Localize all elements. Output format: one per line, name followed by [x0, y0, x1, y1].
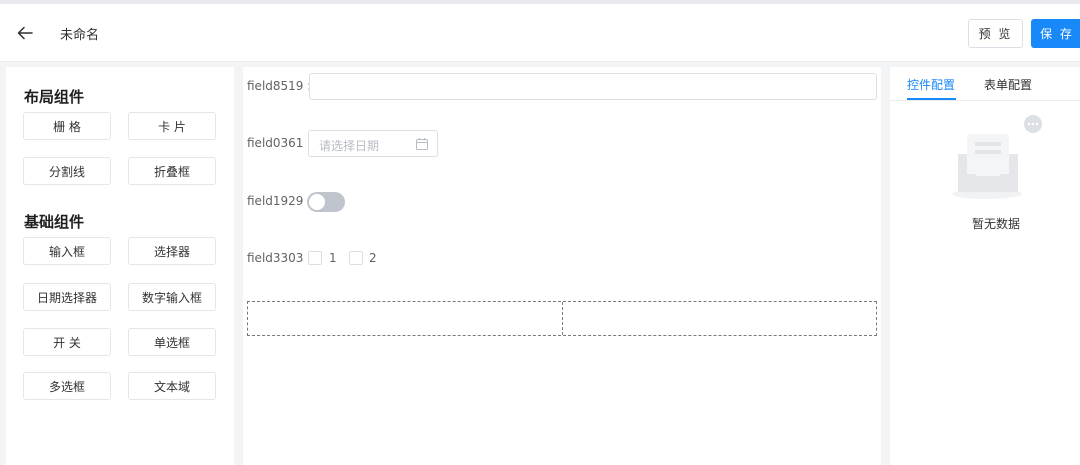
switch-knob — [309, 194, 325, 210]
component-switch[interactable]: 开 关 — [23, 328, 111, 356]
text-input-field[interactable] — [309, 73, 877, 100]
page-title: 未命名 — [60, 28, 100, 43]
field-label: field1929 : — [247, 194, 312, 208]
tab-control-config[interactable]: 控件配置 — [907, 76, 955, 93]
checkbox-label: 2 — [369, 251, 377, 265]
calendar-icon — [416, 138, 428, 150]
header-bar: 未命名 预 览 保 存 — [0, 4, 1080, 62]
component-date-picker[interactable]: 日期选择器 — [23, 283, 111, 311]
tab-form-config[interactable]: 表单配置 — [984, 76, 1032, 93]
component-palette: 布局组件 栅 格 卡 片 分割线 折叠框 基础组件 输入框 选择器 日期选择器 … — [6, 67, 234, 465]
layout-components-title: 布局组件 — [24, 88, 85, 106]
field-label: field0361 : — [247, 136, 312, 150]
component-radio[interactable]: 单选框 — [128, 328, 216, 356]
basic-components-title: 基础组件 — [24, 213, 85, 231]
component-checkbox[interactable]: 多选框 — [23, 372, 111, 400]
field-label: field3303 : — [247, 251, 312, 265]
tab-divider — [890, 100, 1080, 101]
component-textarea[interactable]: 文本域 — [128, 372, 216, 400]
grid-layout-block[interactable] — [247, 301, 877, 336]
empty-state-text: 暂无数据 — [971, 217, 1020, 231]
form-canvas[interactable]: field8519 : field0361 : 请选择日期 field1929 … — [243, 67, 881, 465]
empty-inbox-icon — [952, 115, 1042, 199]
component-number-input[interactable]: 数字输入框 — [128, 283, 216, 311]
back-arrow-icon[interactable] — [14, 22, 36, 44]
checkbox-label: 1 — [329, 251, 337, 265]
toggle-switch[interactable] — [307, 192, 345, 212]
checkbox-option-1[interactable] — [308, 251, 322, 265]
component-grid[interactable]: 栅 格 — [23, 112, 111, 140]
component-collapse[interactable]: 折叠框 — [128, 157, 216, 185]
field-label: field8519 : — [247, 79, 312, 93]
date-placeholder: 请选择日期 — [319, 139, 380, 153]
component-divider[interactable]: 分割线 — [23, 157, 111, 185]
config-panel: 控件配置 表单配置 暂无数据 — [890, 67, 1080, 465]
grid-column[interactable] — [248, 302, 563, 335]
checkbox-option-2[interactable] — [349, 251, 363, 265]
save-button[interactable]: 保 存 — [1031, 19, 1080, 48]
component-select[interactable]: 选择器 — [128, 237, 216, 265]
component-card[interactable]: 卡 片 — [128, 112, 216, 140]
component-input[interactable]: 输入框 — [23, 237, 111, 265]
date-picker-input[interactable]: 请选择日期 — [308, 130, 438, 157]
preview-button[interactable]: 预 览 — [968, 19, 1023, 48]
